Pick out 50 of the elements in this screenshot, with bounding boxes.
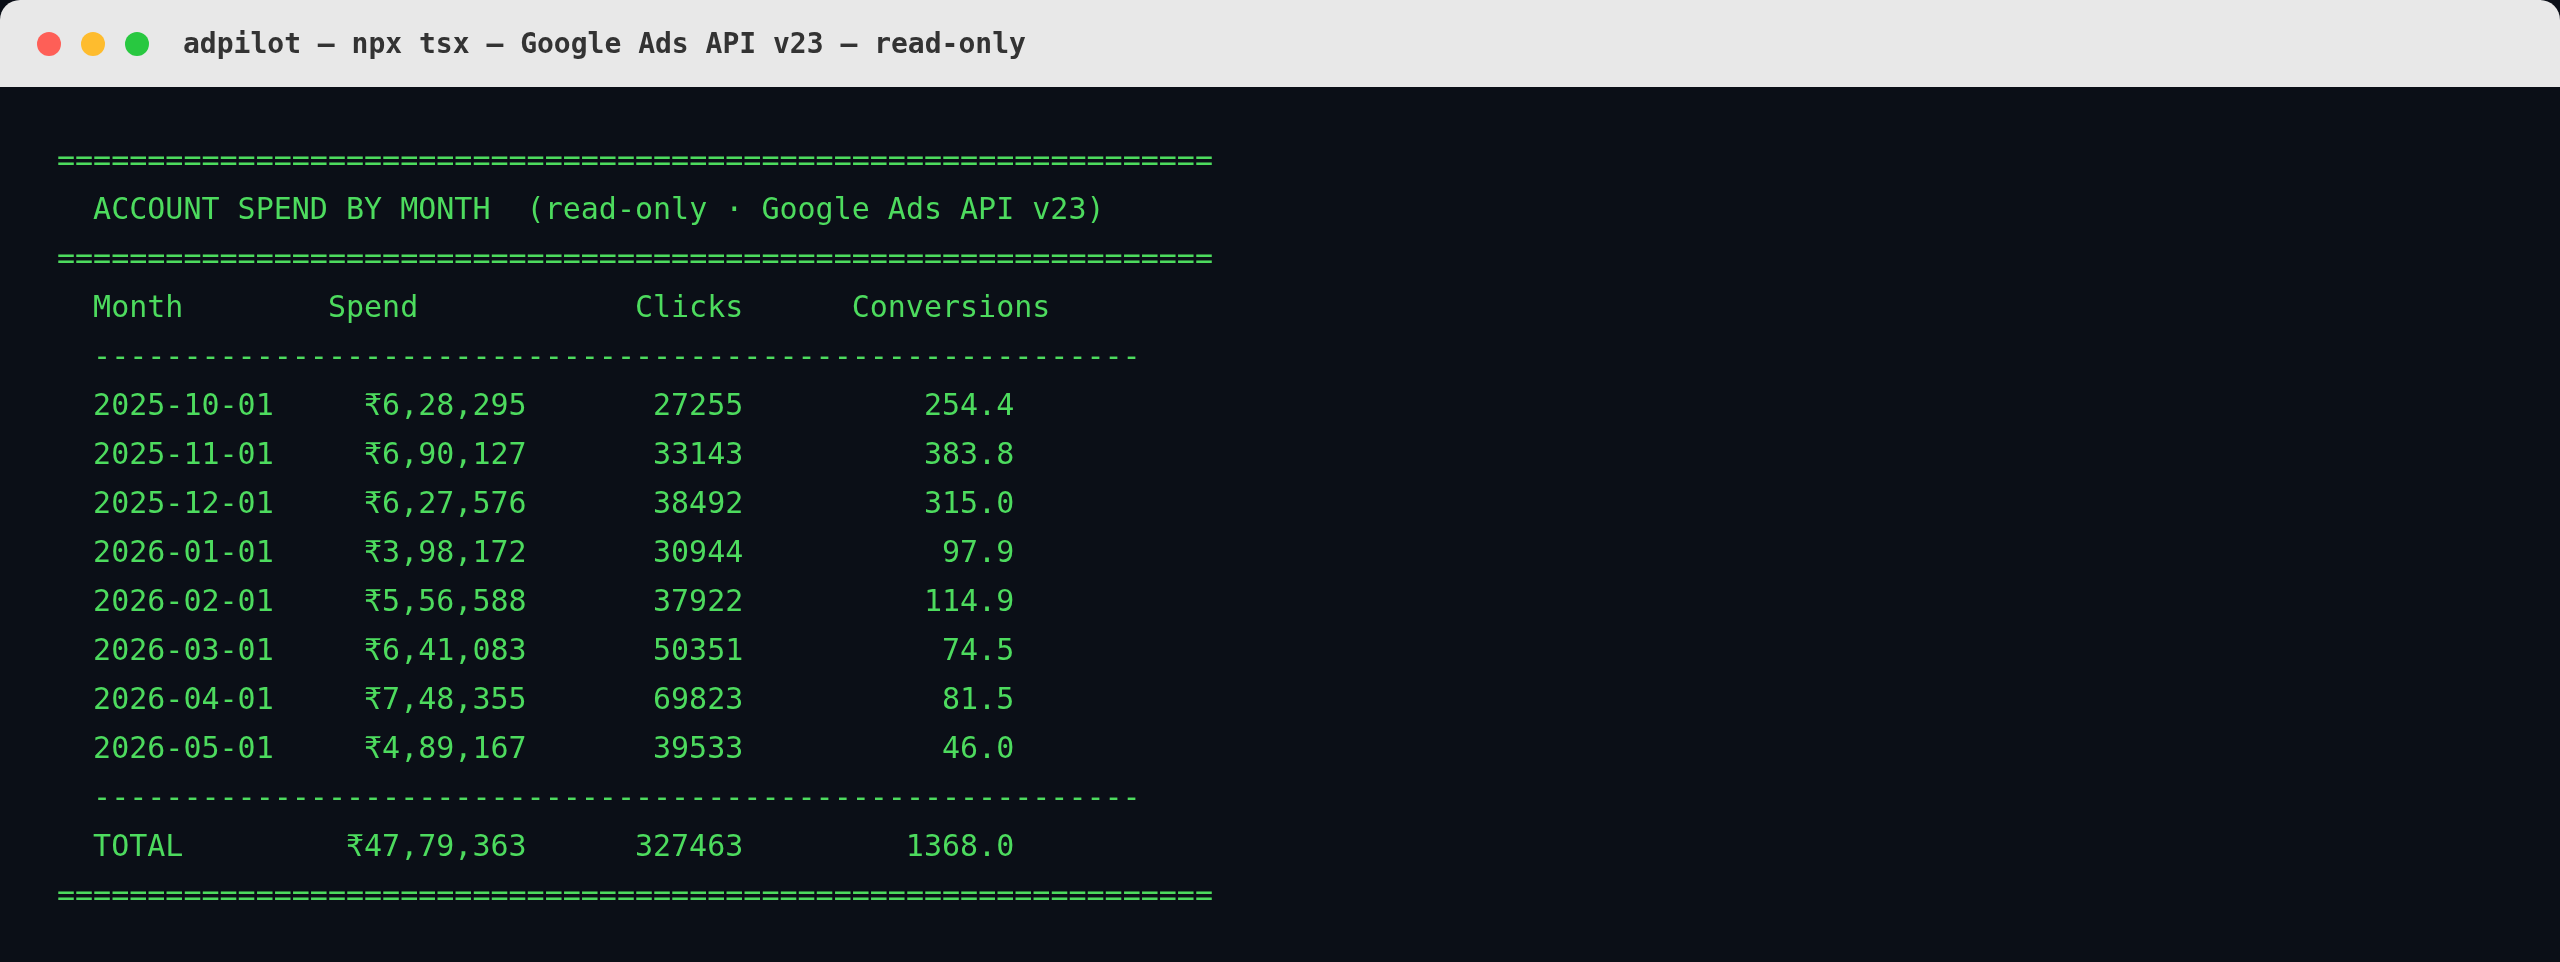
table-cell-text: 46.0: [941, 729, 1015, 767]
table-cell-text: 2025-10-01: [93, 386, 274, 424]
table-cell-text: 30944: [652, 533, 744, 571]
table-cell-text: 50351: [652, 631, 744, 669]
table-cell-text: 27255: [652, 386, 744, 424]
table-cell-text: ₹6,27,576: [363, 484, 527, 522]
close-icon[interactable]: [37, 31, 61, 56]
column-header: Month: [93, 288, 185, 326]
table-cell-text: ₹47,79,363: [344, 827, 527, 865]
table-cell-text: 38492: [652, 484, 744, 522]
column-header: Conversions: [851, 288, 1051, 326]
table-cell-text: 2026-04-01: [93, 680, 274, 718]
table-cell-text: 254.4: [922, 386, 1015, 424]
table-cell-text: 2025-12-01: [93, 484, 274, 522]
column-header: Clicks: [634, 288, 744, 326]
table-cell-text: ₹7,48,355: [363, 680, 527, 718]
table-cell-text: ₹3,98,172: [363, 533, 527, 571]
table-cell-text: 39533: [652, 729, 744, 767]
rule-line: ================================================================: [57, 141, 1213, 179]
table-cell-text: 74.5: [941, 631, 1015, 669]
table-cell-text: 315.0: [922, 484, 1015, 522]
table-cell-text: 97.9: [941, 533, 1015, 571]
table-cell-text: 33143: [652, 435, 744, 473]
table-cell-text: 2026-02-01: [93, 582, 274, 620]
table-cell-text: 81.5: [941, 680, 1015, 718]
table-cell-text: 114.9: [922, 582, 1015, 620]
table-cell-text: 69823: [652, 680, 744, 718]
table-cell-text: ₹6,90,127: [363, 435, 527, 473]
minimize-icon[interactable]: [81, 31, 105, 56]
table-cell-text: 2026-03-01: [93, 631, 274, 669]
table-cell-text: 2025-11-01: [93, 435, 274, 473]
rule-line: ================================================================: [57, 876, 1213, 914]
table-cell-text: 2026-01-01: [93, 533, 274, 571]
table-cell-text: ₹5,56,588: [363, 582, 527, 620]
column-header: Spend: [327, 288, 420, 326]
divider-line: ----------------------------------------------------------: [93, 778, 1141, 816]
window-title: adpilot — npx tsx — Google Ads API v23 — read-only: [183, 27, 1026, 60]
table-cell-text: 383.8: [922, 435, 1015, 473]
table-cell-text: 2026-05-01: [93, 729, 274, 767]
table-cell-text: ₹6,28,295: [363, 386, 527, 424]
report-title: ACCOUNT SPEND BY MONTH (read-only · Google Ads API v23): [93, 190, 1105, 228]
table-cell-text: ₹6,41,083: [363, 631, 527, 669]
maximize-icon[interactable]: [125, 31, 149, 56]
table-cell-text: 1368.0: [904, 827, 1015, 865]
total-label: TOTAL: [93, 827, 185, 865]
divider-line: ----------------------------------------------------------: [93, 337, 1141, 375]
table-cell-text: ₹4,89,167: [363, 729, 527, 767]
table-cell-text: 37922: [652, 582, 744, 620]
rule-line: ================================================================: [57, 239, 1213, 277]
table-cell-text: 327463: [633, 827, 744, 865]
